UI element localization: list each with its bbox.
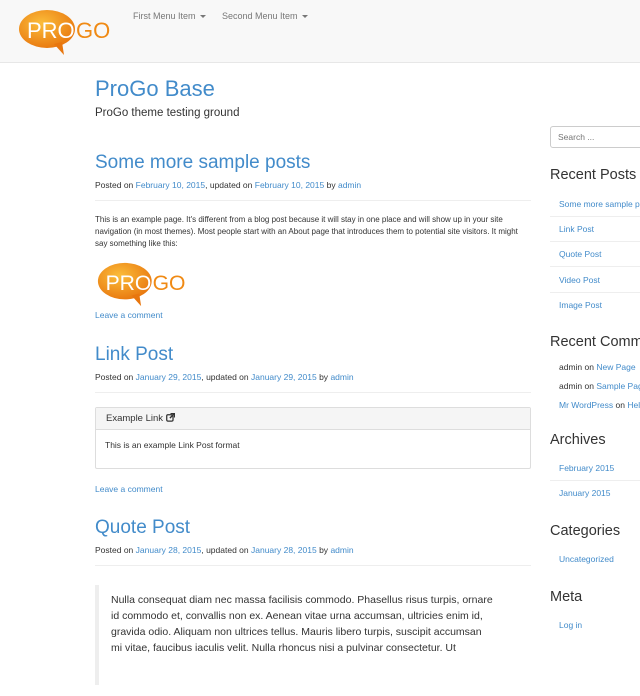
post-updated-link[interactable]: January 29, 2015: [251, 372, 317, 382]
progo-logo-icon: PRO GO: [97, 262, 186, 307]
post-quote-post: Quote Post Posted on January 28, 2015, u…: [95, 517, 531, 696]
recent-comment-item: admin on Sample Page: [559, 381, 640, 391]
post-content: This is an example page. It's different …: [95, 215, 518, 248]
recent-post-link[interactable]: Link Post: [559, 224, 594, 234]
svg-text:GO: GO: [76, 18, 110, 43]
divider: [95, 565, 531, 566]
post-date-link[interactable]: January 28, 2015: [136, 545, 202, 555]
recent-comment-item: admin on New Page: [559, 362, 636, 372]
post-meta: Posted on January 29, 2015, updated on J…: [95, 372, 354, 382]
post-quote: Nulla consequat diam nec massa facilisis…: [95, 585, 531, 685]
post-meta: Posted on January 28, 2015, updated on J…: [95, 545, 354, 555]
leave-comment-link[interactable]: Leave a comment: [95, 310, 531, 320]
post-link-post: Link Post Posted on January 29, 2015, up…: [95, 344, 531, 494]
widget-title-meta: Meta: [550, 589, 583, 605]
post-author-link[interactable]: admin: [338, 180, 361, 190]
svg-text:PRO: PRO: [27, 18, 75, 43]
post-image: PRO GO: [95, 261, 531, 307]
category-link[interactable]: Uncategorized: [559, 554, 614, 564]
leave-comment-link[interactable]: Leave a comment: [95, 484, 531, 494]
recent-comment-post-link[interactable]: New Page: [596, 362, 635, 372]
divider: [95, 200, 531, 201]
nav-first-menu-item[interactable]: First Menu Item: [133, 11, 206, 21]
svg-text:GO: GO: [153, 272, 186, 295]
widget-title-archives: Archives: [550, 432, 606, 448]
quote-line: Nulla consequat diam nec massa facilisis…: [111, 594, 493, 606]
recent-post-link[interactable]: Image Post: [559, 300, 602, 310]
post-author-link[interactable]: admin: [330, 545, 353, 555]
post-title[interactable]: Link Post: [95, 344, 531, 366]
divider: [95, 392, 531, 393]
recent-comment-item: Mr WordPress on Hello world!: [559, 400, 640, 410]
archive-link[interactable]: January 2015: [559, 488, 611, 498]
quote-line: id commodo et, convallis non ex. Aenean …: [111, 610, 483, 622]
widget-title-recent-comments: Recent Comments: [550, 334, 640, 350]
divider: [550, 292, 640, 293]
quote-line: mi vitae, faucibus iaculis velit. Nulla …: [111, 642, 456, 654]
caret-down-icon: [301, 15, 308, 19]
divider: [550, 266, 640, 267]
quote-line: gravida odio. Aliquam non ultrices tellu…: [111, 626, 482, 638]
post-sample-posts: Some more sample posts Posted on Februar…: [95, 152, 531, 320]
recent-comment-post-link[interactable]: Hello world!: [627, 400, 640, 410]
nav-second-menu-item[interactable]: Second Menu Item: [222, 11, 308, 21]
site-title[interactable]: ProGo Base: [95, 76, 215, 102]
widget-title-recent-posts: Recent Posts: [550, 167, 637, 183]
recent-post-link[interactable]: Some more sample posts: [559, 199, 640, 209]
post-meta: Posted on February 10, 2015, updated on …: [95, 180, 362, 190]
panel-title: Example Link: [106, 413, 164, 424]
divider: [550, 216, 640, 217]
caret-down-icon: [199, 15, 206, 19]
post-updated-link[interactable]: February 10, 2015: [255, 180, 324, 190]
site-logo-link[interactable]: PRO GO: [18, 8, 116, 58]
svg-text:PRO: PRO: [106, 272, 152, 295]
recent-post-link[interactable]: Video Post: [559, 275, 600, 285]
top-navbar: PRO GO First Menu Item Second Menu Item: [0, 0, 640, 63]
post-updated-link[interactable]: January 28, 2015: [251, 545, 317, 555]
widget-title-categories: Categories: [550, 523, 621, 539]
post-title[interactable]: Some more sample posts: [95, 152, 531, 174]
nav-second-menu-label: Second Menu Item: [222, 11, 298, 21]
panel-heading[interactable]: Example Link: [96, 408, 530, 430]
meta-login-link[interactable]: Log in: [559, 620, 582, 630]
example-link-panel: Example Link This is an example Link Pos…: [95, 407, 531, 469]
nav-first-menu-label: First Menu Item: [133, 11, 196, 21]
post-author-link[interactable]: admin: [330, 372, 353, 382]
external-link-icon: [165, 412, 175, 422]
recent-comment-author-link[interactable]: Mr WordPress: [559, 400, 613, 410]
post-date-link[interactable]: January 29, 2015: [136, 372, 202, 382]
divider: [550, 241, 640, 242]
recent-comment-post-link[interactable]: Sample Page: [596, 381, 640, 391]
post-title[interactable]: Quote Post: [95, 517, 531, 539]
panel-body: This is an example Link Post format: [105, 440, 240, 450]
divider: [550, 480, 640, 481]
post-date-link[interactable]: February 10, 2015: [136, 180, 205, 190]
search-input[interactable]: [550, 126, 640, 148]
archive-link[interactable]: February 2015: [559, 463, 614, 473]
recent-post-link[interactable]: Quote Post: [559, 249, 602, 259]
site-description: ProGo theme testing ground: [95, 107, 240, 119]
progo-logo-icon: PRO GO: [19, 10, 110, 55]
